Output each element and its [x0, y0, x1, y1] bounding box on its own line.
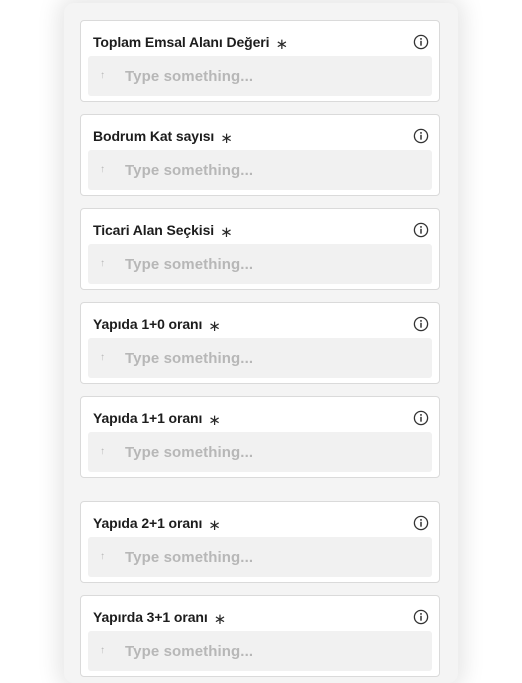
field-label: Yapıda 1+1 oranı	[93, 410, 203, 426]
required-marker: ∗	[208, 516, 221, 534]
field-header: Ticari Alan Seçkisi ∗	[93, 220, 429, 240]
field-header: Yapıda 1+1 oranı ∗	[93, 408, 429, 428]
field-label: Yapıda 1+0 oranı	[93, 316, 203, 332]
input-placeholder: Type something...	[125, 349, 254, 367]
info-icon[interactable]	[413, 222, 429, 238]
field-card-yapida-2-1: Yapıda 2+1 oranı ∗ ↑ Type something...	[80, 501, 440, 583]
input-placeholder: Type something...	[125, 67, 254, 85]
sort-arrow-icon: ↑	[100, 446, 105, 457]
required-marker: ∗	[208, 317, 221, 335]
sort-arrow-icon: ↑	[100, 551, 105, 562]
sort-arrow-icon: ↑	[100, 645, 105, 656]
number-input[interactable]: ↑ Type something...	[88, 537, 432, 577]
input-placeholder: Type something...	[125, 161, 254, 179]
info-icon[interactable]	[413, 515, 429, 531]
info-icon[interactable]	[413, 34, 429, 50]
info-icon[interactable]	[413, 609, 429, 625]
number-input[interactable]: ↑ Type something...	[88, 338, 432, 378]
sort-arrow-icon: ↑	[100, 164, 105, 175]
number-input[interactable]: ↑ Type something...	[88, 244, 432, 284]
field-card-yapirda-3-1: Yapırda 3+1 oranı ∗ ↑ Type something...	[80, 595, 440, 677]
field-header: Bodrum Kat sayısı ∗	[93, 126, 429, 146]
sort-arrow-icon: ↑	[100, 352, 105, 363]
field-card-yapida-1-1: Yapıda 1+1 oranı ∗ ↑ Type something...	[80, 396, 440, 478]
field-label: Toplam Emsal Alanı Değeri	[93, 34, 270, 50]
field-label: Yapıda 2+1 oranı	[93, 515, 203, 531]
number-input[interactable]: ↑ Type something...	[88, 432, 432, 472]
required-marker: ∗	[213, 610, 227, 628]
info-icon[interactable]	[413, 410, 429, 426]
field-card-bodrum-kat: Bodrum Kat sayısı ∗ ↑ Type something...	[80, 114, 440, 196]
input-placeholder: Type something...	[125, 255, 254, 273]
field-label: Ticari Alan Seçkisi	[93, 222, 215, 238]
input-placeholder: Type something...	[125, 642, 254, 660]
info-icon[interactable]	[413, 316, 429, 332]
required-marker: ∗	[220, 129, 233, 147]
field-header: Yapıda 1+0 oranı ∗	[93, 314, 429, 334]
number-input[interactable]: ↑ Type something...	[88, 150, 432, 190]
field-header: Yapıda 2+1 oranı ∗	[93, 513, 429, 533]
input-placeholder: Type something...	[125, 548, 254, 566]
field-card-toplam-emsal: Toplam Emsal Alanı Değeri ∗ ↑ Type somet…	[80, 20, 440, 102]
sort-arrow-icon: ↑	[100, 70, 105, 81]
field-label: Yapırda 3+1 oranı	[93, 609, 208, 625]
required-marker: ∗	[220, 223, 233, 241]
number-input[interactable]: ↑ Type something...	[88, 631, 432, 671]
input-placeholder: Type something...	[125, 443, 254, 461]
info-icon[interactable]	[413, 128, 429, 144]
number-input[interactable]: ↑ Type something...	[88, 56, 432, 96]
field-header: Toplam Emsal Alanı Değeri ∗	[93, 32, 429, 52]
required-marker: ∗	[208, 411, 221, 429]
required-marker: ∗	[275, 35, 289, 53]
field-card-ticari-alan: Ticari Alan Seçkisi ∗ ↑ Type something..…	[80, 208, 440, 290]
field-card-yapida-1-0: Yapıda 1+0 oranı ∗ ↑ Type something...	[80, 302, 440, 384]
field-header: Yapırda 3+1 oranı ∗	[93, 607, 429, 627]
sort-arrow-icon: ↑	[100, 258, 105, 269]
field-label: Bodrum Kat sayısı	[93, 128, 215, 144]
